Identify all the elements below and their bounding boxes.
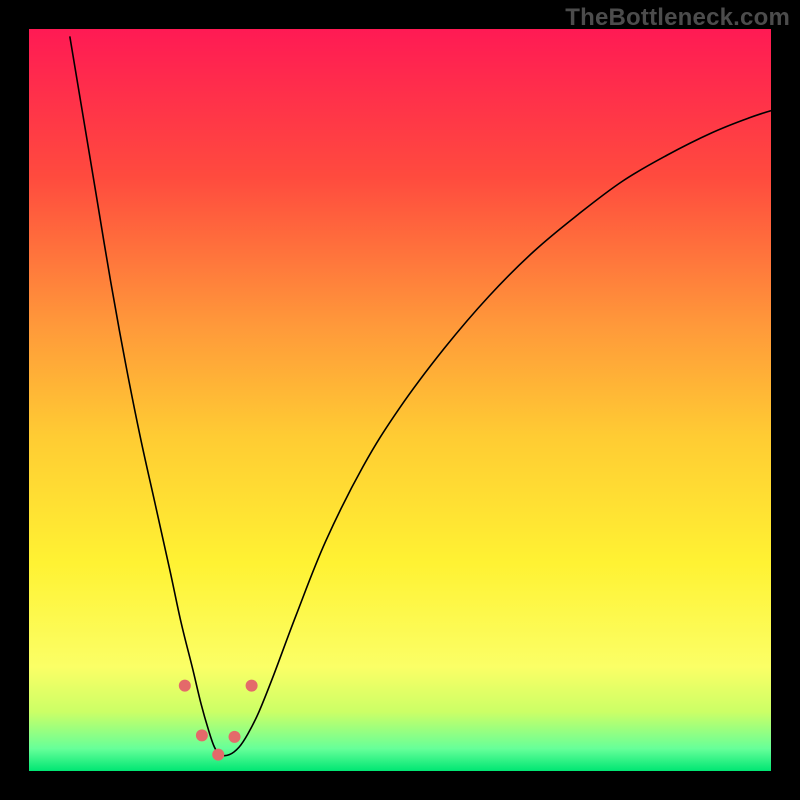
- valley-marker: [246, 680, 258, 692]
- valley-marker: [179, 680, 191, 692]
- plot-svg: [29, 29, 771, 771]
- gradient-background: [29, 29, 771, 771]
- valley-marker: [212, 749, 224, 761]
- valley-marker: [196, 729, 208, 741]
- chart-frame: TheBottleneck.com: [0, 0, 800, 800]
- plot-area: [29, 29, 771, 771]
- valley-marker: [229, 731, 241, 743]
- watermark-text: TheBottleneck.com: [565, 4, 790, 32]
